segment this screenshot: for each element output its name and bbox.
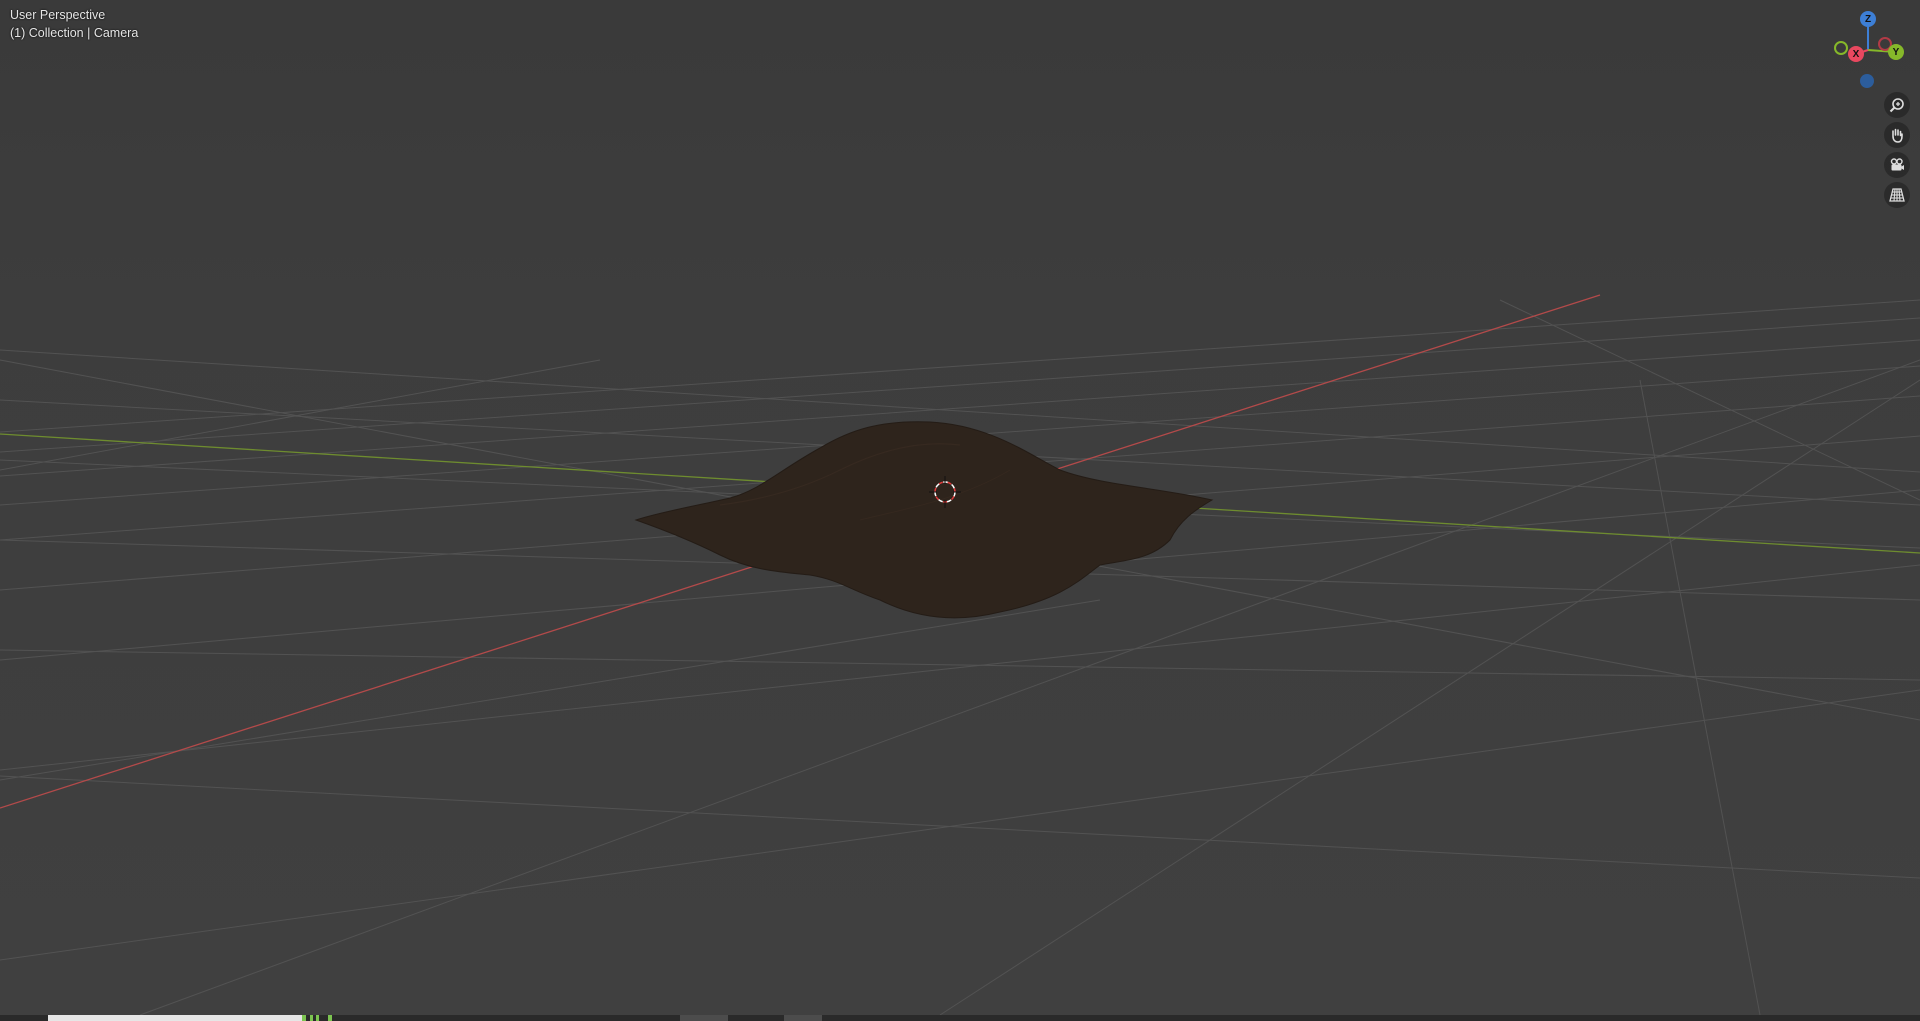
gizmo-x-positive[interactable]: X [1848, 46, 1864, 62]
scene-canvas[interactable] [0, 0, 1920, 1021]
keyframe-marker[interactable] [316, 1015, 319, 1021]
grid-line [0, 775, 1920, 879]
navigation-gizmo[interactable]: Z X Y [1822, 6, 1914, 92]
gizmo-y-positive[interactable]: Y [1888, 44, 1904, 60]
grid-line [0, 299, 1920, 433]
keyframe-marker[interactable] [302, 1015, 306, 1021]
collection-info-label: (1) Collection | Camera [10, 26, 139, 40]
gizmo-y-negative[interactable] [1834, 41, 1848, 55]
gizmo-z-negative[interactable] [1860, 74, 1874, 88]
status-segment [680, 1015, 728, 1021]
pan-button[interactable] [1884, 122, 1910, 148]
camera-view-icon [1890, 158, 1904, 171]
zoom-button[interactable] [1884, 92, 1910, 118]
cloth-mesh[interactable] [634, 421, 1214, 619]
view-name-label: User Perspective [10, 8, 106, 22]
gizmo-z-label: Z [1864, 13, 1872, 25]
gizmo-x-label: X [1852, 48, 1860, 60]
gizmo-z-positive[interactable]: Z [1860, 11, 1876, 27]
gizmo-y-label: Y [1892, 46, 1900, 58]
floor-grid [0, 299, 1920, 1016]
status-strip [0, 1015, 1920, 1021]
keyframe-marker[interactable] [310, 1015, 313, 1021]
camera-view-button[interactable] [1884, 152, 1910, 178]
grid-line [0, 689, 1920, 961]
grid-line [0, 649, 1920, 681]
3d-viewport[interactable]: User Perspective (1) Collection | Camera… [0, 0, 1920, 1021]
pan-hand-icon [1892, 128, 1903, 143]
orthographic-toggle-button[interactable] [1884, 182, 1910, 208]
keyframe-marker[interactable] [328, 1015, 332, 1021]
timeline-bar[interactable] [48, 1015, 302, 1021]
zoom-icon [1889, 98, 1904, 113]
grid-line [1639, 379, 1761, 1016]
grid-line [1499, 299, 1920, 501]
status-segment [784, 1015, 822, 1021]
orthographic-grid-icon [1889, 188, 1905, 202]
grid-line [0, 599, 1101, 781]
